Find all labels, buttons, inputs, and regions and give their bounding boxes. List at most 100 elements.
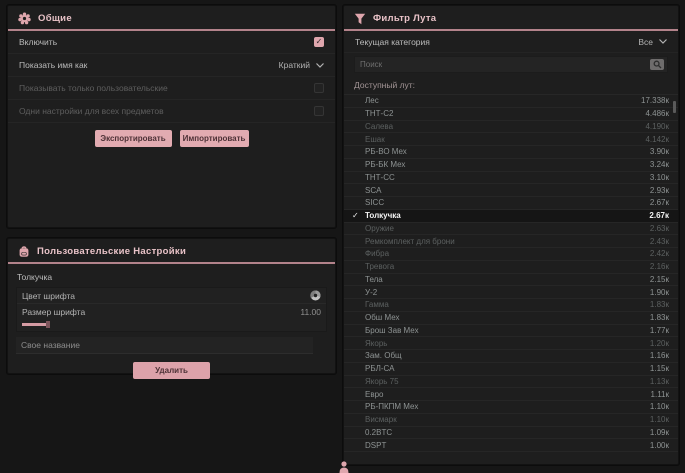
loot-item-name: DSPT: [365, 441, 650, 450]
search-icon[interactable]: [650, 59, 664, 70]
loot-item-value: 17.338к: [641, 96, 669, 105]
loot-row[interactable]: ✓У-21.90к: [344, 286, 678, 299]
font-size-slider[interactable]: [22, 320, 321, 328]
import-button[interactable]: Импортировать: [180, 130, 249, 147]
loot-item-name: Лес: [365, 96, 641, 105]
loot-item-value: 1.00к: [650, 441, 669, 450]
export-import-row: Экспортировать Импортировать: [8, 130, 335, 147]
general-panel-title: Общие: [38, 13, 72, 24]
loot-row[interactable]: ✓0.2BTC1.09к: [344, 427, 678, 440]
chevron-down-icon: [659, 39, 667, 44]
loot-filter-panel: Фильтр Лута Текущая категория Все Доступ…: [343, 5, 679, 465]
loot-item-name: РБ-ВО Мех: [365, 147, 650, 156]
loot-item-name: Толкучка: [365, 211, 649, 220]
same-settings-checkbox[interactable]: [314, 106, 324, 116]
loot-item-value: 1.13к: [650, 377, 669, 386]
setting-row-enable: Включить ✓: [8, 31, 335, 54]
loot-row[interactable]: ✓РБ-БК Мех3.24к: [344, 159, 678, 172]
slider-thumb[interactable]: [46, 321, 50, 328]
search-bar: [354, 56, 668, 73]
loot-row[interactable]: ✓Обш Мех1.83к: [344, 312, 678, 325]
loot-row[interactable]: ✓Висмарк1.10к: [344, 414, 678, 427]
loot-item-value: 4.142к: [645, 135, 669, 144]
loot-item-name: Тревога: [365, 262, 650, 271]
custom-settings-panel: Пользовательские Настройки Толкучка Цвет…: [7, 238, 336, 374]
setting-row-same-settings: Одни настройки для всех предметов: [8, 100, 335, 123]
loot-item-name: У-2: [365, 288, 650, 297]
enable-checkbox[interactable]: ✓: [314, 37, 324, 47]
loot-row[interactable]: ✓ТНТ-С24.486к: [344, 108, 678, 121]
loot-item-name: ТНТ-СС: [365, 173, 650, 182]
scrollbar-thumb[interactable]: [673, 101, 676, 113]
name-display-dropdown[interactable]: Краткий: [279, 60, 324, 70]
loot-row[interactable]: ✓Гамма1.83к: [344, 299, 678, 312]
loot-row[interactable]: ✓Фибра2.42к: [344, 248, 678, 261]
loot-item-name: Висмарк: [365, 415, 650, 424]
loot-filter-title: Фильтр Лута: [373, 13, 436, 24]
custom-only-label: Показывать только пользовательские: [19, 83, 168, 93]
font-size-row: Размер шрифта 11.00: [17, 304, 326, 319]
loot-row[interactable]: ✓ТНТ-СС3.10к: [344, 172, 678, 185]
backpack-icon: [18, 245, 30, 258]
loot-row[interactable]: ✓SICC2.67к: [344, 197, 678, 210]
name-display-value: Краткий: [279, 60, 310, 70]
category-dropdown[interactable]: Все: [638, 37, 667, 47]
loot-row[interactable]: ✓РБ-ПКПМ Мех1.10к: [344, 401, 678, 414]
category-row: Текущая категория Все: [344, 31, 678, 53]
loot-row[interactable]: ✓Толкучка2.67к: [344, 210, 678, 223]
loot-row[interactable]: ✓Салева4.190к: [344, 121, 678, 134]
loot-filter-header: Фильтр Лута: [344, 6, 678, 31]
loot-row[interactable]: ✓Ремкомплект для брони2.43к: [344, 235, 678, 248]
loot-item-name: 0.2BTC: [365, 428, 650, 437]
loot-row[interactable]: ✓Ешак4.142к: [344, 133, 678, 146]
setting-row-name-display: Показать имя как Краткий: [8, 54, 335, 77]
loot-item-name: Зам. Общ: [365, 351, 650, 360]
loot-item-value: 4.190к: [645, 122, 669, 131]
custom-only-checkbox[interactable]: [314, 83, 324, 93]
loot-item-value: 3.10к: [650, 173, 669, 182]
drag-handle-icon[interactable]: [336, 458, 352, 473]
font-color-label: Цвет шрифта: [22, 291, 75, 301]
loot-row[interactable]: ✓Зам. Общ1.16к: [344, 350, 678, 363]
loot-item-value: 2.42к: [650, 249, 669, 258]
loot-row[interactable]: ✓DSPT1.00к: [344, 439, 678, 452]
loot-item-value: 1.15к: [650, 364, 669, 373]
loot-item-value: 1.11к: [651, 390, 669, 399]
loot-item-value: 2.93к: [650, 186, 669, 195]
color-wheel-icon[interactable]: [310, 290, 321, 301]
loot-row[interactable]: ✓РБ-ВО Мех3.90к: [344, 146, 678, 159]
loot-row[interactable]: ✓Евро1.11к: [344, 388, 678, 401]
export-button[interactable]: Экспортировать: [95, 130, 172, 147]
loot-item-value: 1.90к: [650, 288, 669, 297]
category-label: Текущая категория: [355, 37, 430, 47]
loot-row[interactable]: ✓Брош Зав Мех1.77к: [344, 325, 678, 338]
loot-row[interactable]: ✓Тревога2.16к: [344, 261, 678, 274]
loot-row[interactable]: ✓Якорь1.20к: [344, 337, 678, 350]
loot-row[interactable]: ✓Оружие2.63к: [344, 223, 678, 236]
loot-row[interactable]: ✓Якорь 751.13к: [344, 376, 678, 389]
loot-item-name: Оружие: [365, 224, 650, 233]
delete-button[interactable]: Удалить: [133, 362, 210, 379]
selected-group-label: Толкучка: [8, 264, 335, 287]
loot-item-value: 2.16к: [650, 262, 669, 271]
category-value: Все: [638, 37, 653, 47]
loot-list-scrollbar[interactable]: [673, 101, 676, 454]
font-color-row: Цвет шрифта: [17, 288, 326, 304]
funnel-icon: [354, 13, 366, 25]
loot-item-value: 1.83к: [650, 300, 669, 309]
selected-check-icon: ✓: [352, 211, 365, 220]
font-size-value: 11.00: [300, 307, 321, 317]
loot-row[interactable]: ✓SCA2.93к: [344, 184, 678, 197]
loot-item-name: SCA: [365, 186, 650, 195]
loot-row[interactable]: ✓РБЛ-СА1.15к: [344, 363, 678, 376]
loot-item-value: 2.67к: [650, 198, 669, 207]
loot-row[interactable]: ✓Тела2.15к: [344, 274, 678, 287]
loot-item-name: ТНТ-С2: [365, 109, 645, 118]
slider-fill: [22, 323, 48, 326]
setting-row-custom-only: Показывать только пользовательские: [8, 77, 335, 100]
font-settings-group: Цвет шрифта Размер шрифта 11.00: [16, 287, 327, 332]
loot-row[interactable]: ✓Лес17.338к: [344, 95, 678, 108]
custom-name-input[interactable]: [16, 337, 313, 354]
search-input[interactable]: [358, 59, 650, 70]
enable-label: Включить: [19, 37, 57, 47]
